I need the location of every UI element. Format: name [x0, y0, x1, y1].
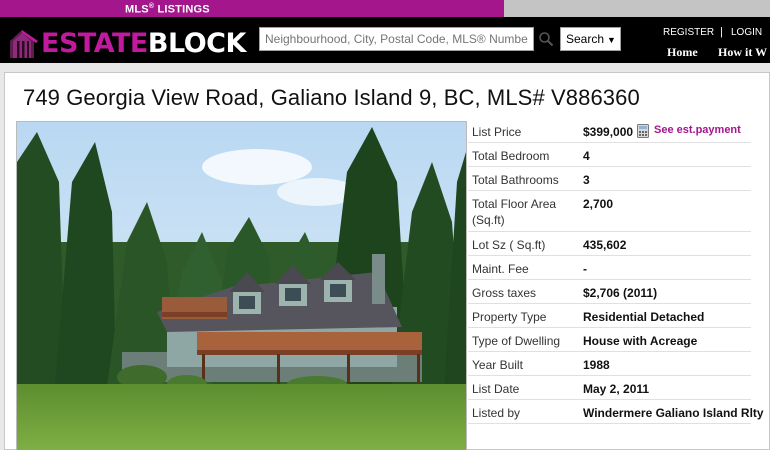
detail-label: Listed by [472, 406, 521, 420]
detail-row-dwelling-type: Type of Dwelling House with Acreage [468, 328, 751, 352]
house-logo-icon [10, 30, 38, 58]
register-link[interactable]: REGISTER [663, 27, 714, 38]
detail-value: May 2, 2011 [583, 382, 650, 396]
detail-value: Residential Detached [583, 310, 705, 324]
mls-listings-bar: MLS® LISTINGS [0, 0, 504, 17]
brand-wordmark: ESTATEBLOCK [41, 28, 246, 59]
detail-label: Total Bedroom [472, 149, 550, 163]
detail-row-property-type: Property Type Residential Detached [468, 304, 751, 328]
detail-row-gross-taxes: Gross taxes $2,706 (2011) [468, 280, 751, 304]
listing-panel: 749 Georgia View Road, Galiano Island 9,… [4, 72, 770, 450]
detail-row-lot-size: Lot Sz ( Sq.ft) 435,602 [468, 232, 751, 256]
page-title: 749 Georgia View Road, Galiano Island 9,… [23, 85, 640, 110]
nav-how-it-works[interactable]: How it W [718, 45, 767, 60]
detail-label: Property Type [472, 310, 547, 324]
account-separator: | [720, 26, 723, 38]
detail-row-maint-fee: Maint. Fee - [468, 256, 751, 280]
detail-row-listed-by: Listed by Windermere Galiano Island Rlty [468, 400, 764, 424]
estateblock-logo[interactable]: ESTATEBLOCK [8, 25, 246, 59]
detail-label: Total Floor Area (Sq.ft) [472, 197, 557, 227]
chevron-down-icon: ▼ [607, 35, 616, 45]
detail-value: 4 [583, 149, 590, 163]
listing-details: List Price $399,000 See est.payment Tota… [468, 119, 764, 424]
list-price-value: $399,000 [583, 125, 634, 139]
detail-row-floor-area: Total Floor Area (Sq.ft) 2,700 [468, 191, 751, 232]
detail-value: 3 [583, 173, 590, 187]
search-button-label: Search [566, 32, 605, 46]
search-button[interactable]: Search ▼ [560, 27, 621, 51]
calculator-icon[interactable] [637, 124, 649, 138]
detail-value: 435,602 [583, 238, 627, 252]
magnifier-icon[interactable] [538, 31, 554, 47]
detail-row-list-date: List Date May 2, 2011 [468, 376, 751, 400]
detail-value: 1988 [583, 358, 610, 372]
list-price-row: List Price $399,000 See est.payment [468, 119, 751, 143]
site-header: ESTATEBLOCK Search▼ REGISTER | LOGIN Hom… [0, 17, 770, 63]
detail-row-bedroom: Total Bedroom 4 [468, 143, 751, 167]
detail-row-year-built: Year Built 1988 [468, 352, 751, 376]
login-link[interactable]: LOGIN [731, 27, 762, 38]
detail-label: Gross taxes [472, 286, 537, 300]
est-payment-link[interactable]: See est.payment [654, 124, 741, 136]
detail-label: Year Built [472, 358, 523, 372]
detail-label: Type of Dwelling [472, 334, 561, 348]
detail-value: 2,700 [583, 197, 614, 211]
detail-value: $2,706 (2011) [583, 286, 658, 300]
nav-home[interactable]: Home [667, 45, 698, 60]
mls-listings-label: MLS® LISTINGS [125, 3, 210, 16]
search-input[interactable] [259, 27, 534, 51]
detail-row-bathrooms: Total Bathrooms 3 [468, 167, 751, 191]
detail-label: List Date [472, 382, 520, 396]
detail-value: Windermere Galiano Island Rlty [583, 406, 764, 420]
listing-photo[interactable] [17, 122, 466, 450]
detail-label: Maint. Fee [472, 262, 529, 276]
detail-value: House with Acreage [583, 334, 698, 348]
detail-value: - [583, 262, 587, 276]
listing-photo-frame[interactable] [16, 121, 467, 450]
detail-label: Lot Sz ( Sq.ft) [472, 238, 546, 252]
detail-label: List Price [472, 125, 522, 139]
detail-label: Total Bathrooms [472, 173, 559, 187]
